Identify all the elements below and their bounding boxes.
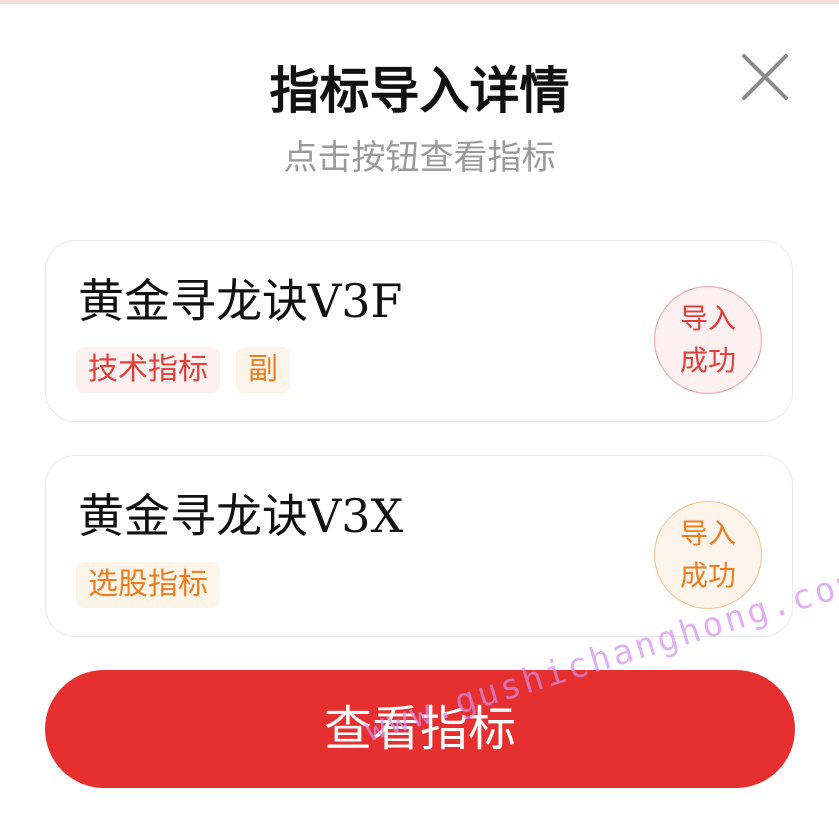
indicator-card: 黄金寻龙诀V3X 选股指标 导入 成功	[45, 455, 793, 637]
tag-technical-indicator: 技术指标	[76, 347, 220, 393]
import-success-badge: 导入 成功	[654, 286, 762, 394]
indicator-tags: 技术指标 副	[76, 347, 290, 393]
close-icon	[742, 54, 788, 100]
tag-sub: 副	[236, 347, 290, 393]
indicator-import-dialog: 指标导入详情 点击按钮查看指标 黄金寻龙诀V3F 技术指标 副 导入 成功 黄金…	[0, 0, 839, 834]
badge-line-2: 成功	[679, 559, 736, 592]
dialog-top-edge	[0, 0, 839, 4]
badge-line-2: 成功	[679, 344, 736, 377]
badge-line-1: 导入	[679, 302, 736, 335]
dialog-subtitle: 点击按钮查看指标	[283, 138, 556, 178]
indicator-name: 黄金寻龙诀V3X	[78, 489, 404, 543]
tag-stock-selection-indicator: 选股指标	[76, 562, 220, 608]
indicator-card: 黄金寻龙诀V3F 技术指标 副 导入 成功	[45, 240, 793, 422]
close-button[interactable]	[738, 50, 792, 104]
indicator-name: 黄金寻龙诀V3F	[78, 274, 403, 328]
view-indicators-button[interactable]: 查看指标	[45, 670, 795, 788]
badge-line-1: 导入	[679, 517, 736, 550]
indicator-tags: 选股指标	[76, 562, 220, 608]
dialog-title: 指标导入详情	[269, 62, 570, 120]
import-success-badge: 导入 成功	[654, 501, 762, 609]
